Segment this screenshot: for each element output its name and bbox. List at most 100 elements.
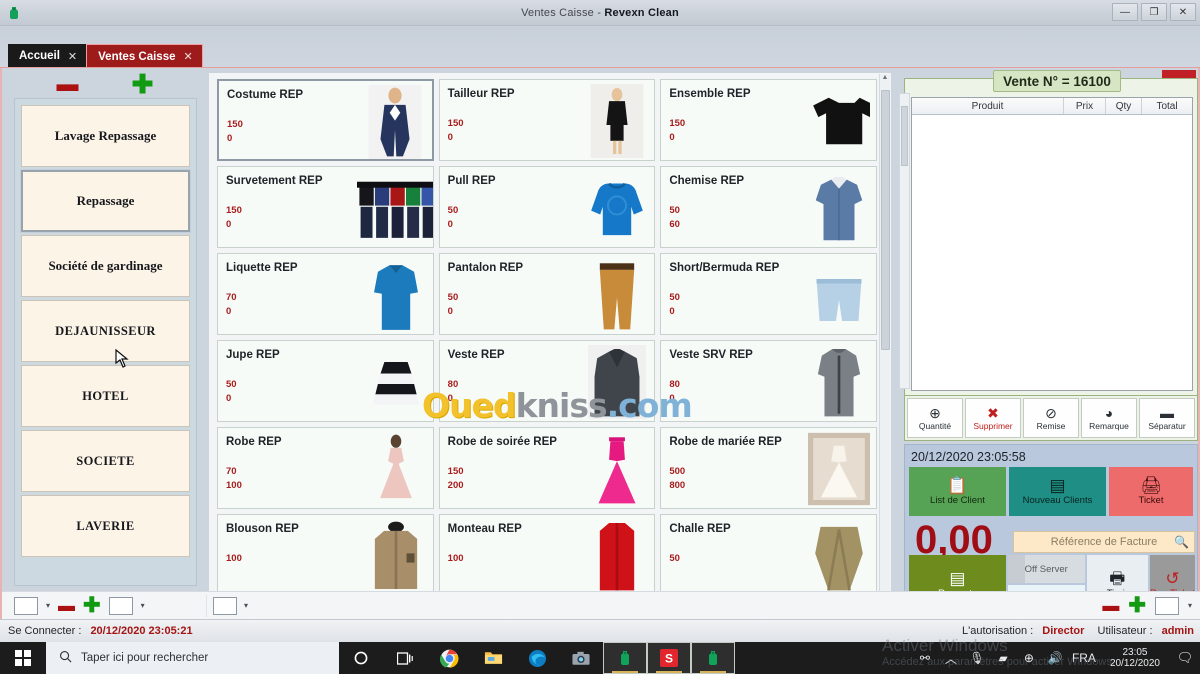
product-card-pantalon-rep[interactable]: Pantalon REP 50 0 <box>438 253 656 335</box>
new-client-button[interactable]: ▤ Nouveau Clients <box>1009 467 1106 516</box>
remark-label: Remarque <box>1089 420 1129 431</box>
add-product-icon[interactable]: ✚ <box>1128 595 1146 616</box>
product-price-2: 100 <box>226 480 242 491</box>
sidebar-item-label: Société de gardinage <box>48 258 163 273</box>
remark-button[interactable]: ◕ Remarque <box>1081 398 1137 438</box>
product-panel: Costume REP 150 0 Tailleur REP 150 0 Ens… <box>208 72 892 642</box>
delete-button[interactable]: ✖ Supprimer <box>965 398 1021 438</box>
product-card-monteau-rep[interactable]: Monteau REP 100 <box>438 514 656 596</box>
volume-icon[interactable]: 🔊 <box>1042 651 1068 665</box>
product-card-tailleur-rep[interactable]: Tailleur REP 150 0 <box>438 79 656 161</box>
product-card-blouson-rep[interactable]: Blouson REP 100 <box>217 514 434 596</box>
chevron-down-icon-4[interactable]: ▾ <box>1188 601 1192 610</box>
network-icon[interactable]: ⊕ <box>1016 651 1042 665</box>
battery-icon[interactable]: ▰ <box>990 651 1016 665</box>
product-price-2: 0 <box>447 393 453 404</box>
separator-icon: ▬ <box>1160 404 1174 421</box>
chevron-down-icon[interactable]: ▾ <box>46 601 50 610</box>
bottom-toolbar-left: ▾ ▬ ✚ ▾ <box>2 595 206 616</box>
chevron-up-icon[interactable]: ︿ <box>938 650 964 667</box>
category-sidebar: ▬ ✚ Lavage Repassage Repassage Société d… <box>6 70 204 615</box>
product-card-robe-de-soiree-rep[interactable]: Robe de soirée REP 150 200 <box>438 427 656 509</box>
product-card-chemise-rep[interactable]: Chemise REP 50 60 <box>660 166 877 248</box>
cortana-icon[interactable] <box>339 642 383 674</box>
off-server-button[interactable]: Off Server <box>1007 555 1085 583</box>
separator-button[interactable]: ▬ Séparatur <box>1139 398 1195 438</box>
cart-scrollbar-thumb[interactable] <box>901 106 908 166</box>
tab-ventes-caisse[interactable]: Ventes Caisse ✕ <box>86 44 203 68</box>
product-card-jupe-rep[interactable]: Jupe REP 50 0 <box>217 340 434 422</box>
chevron-down-icon-2[interactable]: ▾ <box>141 601 145 610</box>
minimize-button[interactable]: — <box>1112 3 1138 21</box>
microphone-icon[interactable]: 🎙 <box>964 651 990 665</box>
sidebar-item-societe-de-gardinage[interactable]: Société de gardinage <box>21 235 190 297</box>
invoice-reference-field[interactable]: Référence de Facture 🔍 <box>1013 531 1195 553</box>
magnifier-icon[interactable]: 🔍 <box>1174 535 1189 549</box>
taskbar-search[interactable]: Taper ici pour rechercher <box>46 642 339 674</box>
cart-action-toolbar: ⊕ Quantité ✖ Supprimer ⊘ Remise ◕ Remarq… <box>904 396 1198 441</box>
product-card-robe-rep[interactable]: Robe REP 70 100 <box>217 427 434 509</box>
edge-icon[interactable] <box>515 642 559 674</box>
people-share-icon[interactable]: ⚯ <box>912 651 938 665</box>
product-card-veste-srv-rep[interactable]: Veste SRV REP 80 0 <box>660 340 877 422</box>
right-combo[interactable] <box>1154 596 1179 615</box>
cart-table[interactable]: Produit Prix Qty Total <box>911 97 1193 391</box>
start-button[interactable] <box>0 642 46 674</box>
close-button[interactable]: ✕ <box>1170 3 1196 21</box>
quantity-button[interactable]: ⊕ Quantité <box>907 398 963 438</box>
product-card-pull-rep[interactable]: Pull REP 50 0 <box>438 166 656 248</box>
sidebar-item-lavage-repassage[interactable]: Lavage Repassage <box>21 105 190 167</box>
product-card-costume-rep[interactable]: Costume REP 150 0 <box>217 79 434 161</box>
scrollbar-thumb[interactable] <box>881 90 890 350</box>
left-combo-1[interactable] <box>14 596 38 615</box>
product-card-ensemble-rep[interactable]: Ensemble REP 150 0 <box>660 79 877 161</box>
mid-combo[interactable] <box>213 596 237 615</box>
add-item-icon[interactable]: ✚ <box>83 595 101 616</box>
dress-icon <box>365 432 427 506</box>
camera-icon[interactable] <box>559 642 603 674</box>
revexn-app-icon[interactable] <box>603 642 647 674</box>
client-list-button[interactable]: 📋 List de Client <box>909 467 1006 516</box>
product-card-liquette-rep[interactable]: Liquette REP 70 0 <box>217 253 434 335</box>
chrome-icon[interactable] <box>427 642 471 674</box>
notification-icon[interactable]: 🗨 <box>1170 650 1200 666</box>
tab-accueil-close-icon[interactable]: ✕ <box>68 50 77 63</box>
add-category-icon[interactable]: ✚ <box>132 71 154 97</box>
sidebar-item-label: DEJAUNISSEUR <box>55 323 156 338</box>
sidebar-item-dejaunisseur[interactable]: DEJAUNISSEUR <box>21 300 190 362</box>
auth-value: Director <box>1042 625 1085 637</box>
tab-ventes-caisse-close-icon[interactable]: ✕ <box>184 50 193 63</box>
taskbar-clock[interactable]: 23:05 20/12/2020 <box>1100 647 1170 670</box>
system-tray: ⚯ ︿ 🎙 ▰ ⊕ 🔊 FRA 23:05 20/12/2020 🗨 <box>912 642 1200 674</box>
printer-icon: 🖨 <box>1140 476 1162 495</box>
category-list: Lavage Repassage Repassage Société de ga… <box>14 98 197 586</box>
language-indicator[interactable]: FRA <box>1068 651 1100 665</box>
product-card-challe-rep[interactable]: Challe REP 50 <box>660 514 877 596</box>
sidebar-item-laverie[interactable]: LAVERIE <box>21 495 190 557</box>
discount-button[interactable]: ⊘ Remise <box>1023 398 1079 438</box>
scroll-up-icon[interactable]: ▲ <box>880 74 890 81</box>
product-card-short-bermuda-rep[interactable]: Short/Bermuda REP 50 0 <box>660 253 877 335</box>
chevron-down-icon-3[interactable]: ▾ <box>244 601 248 610</box>
coat-icon <box>586 519 648 593</box>
product-card-robe-de-mariee-rep[interactable]: Robe de mariée REP 500 800 <box>660 427 877 509</box>
revexn-app2-icon[interactable] <box>691 642 735 674</box>
task-view-icon[interactable] <box>383 642 427 674</box>
left-combo-2[interactable] <box>108 596 133 615</box>
tab-accueil[interactable]: Accueil ✕ <box>8 44 87 68</box>
product-scrollbar[interactable]: ▲ <box>879 74 890 642</box>
sidebar-item-label: SOCIETE <box>76 453 135 468</box>
remove-product-icon[interactable]: ▬ <box>1102 597 1119 614</box>
sidebar-item-hotel[interactable]: HOTEL <box>21 365 190 427</box>
ticket-button[interactable]: 🖨 Ticket <box>1109 467 1193 516</box>
cart-scrollbar[interactable] <box>899 93 910 389</box>
product-card-veste-rep[interactable]: Veste REP 80 0 <box>438 340 656 422</box>
maximize-button[interactable]: ❐ <box>1141 3 1167 21</box>
snagit-icon[interactable]: S <box>647 642 691 674</box>
sidebar-item-societe[interactable]: SOCIETE <box>21 430 190 492</box>
remove-category-icon[interactable]: ▬ <box>57 73 79 95</box>
file-explorer-icon[interactable] <box>471 642 515 674</box>
remove-item-icon[interactable]: ▬ <box>58 597 75 614</box>
product-card-survetement-rep[interactable]: Survetement REP 150 0 <box>217 166 434 248</box>
sidebar-item-repassage[interactable]: Repassage <box>21 170 190 232</box>
